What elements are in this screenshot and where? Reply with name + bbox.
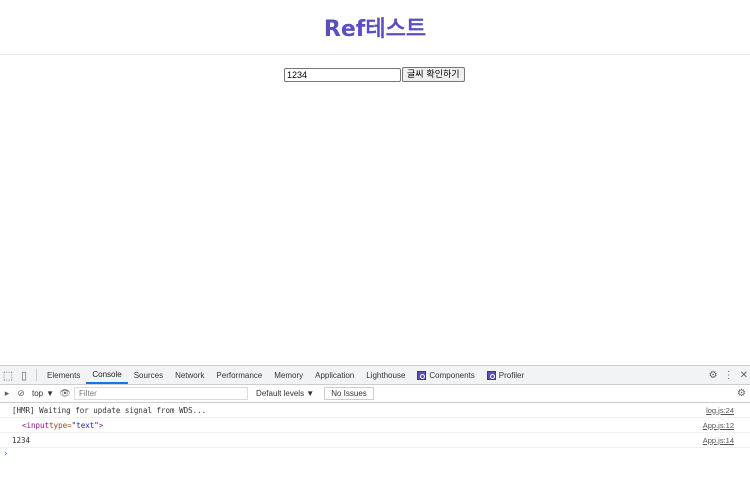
element-attr: type= xyxy=(49,420,72,430)
element-attr-value: "text" xyxy=(71,420,99,430)
log-levels-dropdown[interactable]: Default levels ▼ xyxy=(250,389,320,398)
devtools-actions: ⚙ ⋮ ✕ xyxy=(709,366,748,384)
devtools-tabbar: ⬚ ▯ Elements Console Sources Network Per… xyxy=(0,366,750,385)
console-prompt[interactable]: › xyxy=(0,448,750,460)
tab-memory[interactable]: Memory xyxy=(268,366,309,384)
console-settings-gear-icon[interactable]: ⚙ xyxy=(737,388,746,399)
devtools-panel: ⬚ ▯ Elements Console Sources Network Per… xyxy=(0,365,750,498)
chevron-down-icon: ▼ xyxy=(46,389,55,398)
check-text-button[interactable]: 글씨 확인하기 xyxy=(402,67,465,82)
tab-performance[interactable]: Performance xyxy=(210,366,268,384)
source-link[interactable]: App.js:12 xyxy=(703,421,734,430)
tab-components-label: Components xyxy=(429,370,475,380)
element-tag-open[interactable]: <input xyxy=(22,421,49,430)
issues-button[interactable]: No Issues xyxy=(324,387,374,400)
react-components-icon xyxy=(417,370,427,380)
divider xyxy=(36,369,37,381)
console-message: <input type= "text" > App.js:12 xyxy=(0,418,750,433)
tab-elements[interactable]: Elements xyxy=(41,366,86,384)
close-icon[interactable]: ✕ xyxy=(740,370,748,381)
tab-network[interactable]: Network xyxy=(169,366,210,384)
show-sidebar-icon[interactable]: ▸ xyxy=(0,388,14,399)
tab-console[interactable]: Console xyxy=(86,366,128,384)
react-profiler-icon xyxy=(486,370,496,380)
context-label: top xyxy=(32,389,44,398)
element-tag-close: > xyxy=(98,420,104,430)
console-toolbar: ▸ ⊘ top ▼ 👁 Filter Default levels ▼ No I… xyxy=(0,385,750,403)
tab-profiler-label: Profiler xyxy=(498,370,525,380)
settings-gear-icon[interactable]: ⚙ xyxy=(709,370,718,381)
app-header: Ref테스트 xyxy=(0,0,750,55)
tab-lighthouse[interactable]: Lighthouse xyxy=(360,366,411,384)
page-title: Ref테스트 xyxy=(323,17,427,42)
filter-input[interactable]: Filter xyxy=(74,387,249,400)
console-text: 1234 xyxy=(12,435,31,445)
tab-application[interactable]: Application xyxy=(309,366,360,384)
tab-sources[interactable]: Sources xyxy=(128,366,169,384)
context-selector[interactable]: top ▼ xyxy=(28,389,58,398)
device-toolbar-icon[interactable]: ▯ xyxy=(16,366,32,384)
clear-console-icon[interactable]: ⊘ xyxy=(14,388,28,399)
ref-test-form: 글씨 확인하기 xyxy=(284,67,465,82)
source-link[interactable]: App.js:14 xyxy=(703,436,734,445)
console-message: 1234 App.js:14 xyxy=(0,433,750,448)
console-output: [HMR] Waiting for update signal from WDS… xyxy=(0,403,750,460)
console-text: [HMR] Waiting for update signal from WDS… xyxy=(12,405,207,415)
live-expression-eye-icon[interactable]: 👁 xyxy=(58,388,72,399)
console-message: [HMR] Waiting for update signal from WDS… xyxy=(0,403,750,418)
tab-profiler[interactable]: Profiler xyxy=(481,366,530,384)
text-input[interactable] xyxy=(284,67,401,82)
inspect-element-icon[interactable]: ⬚ xyxy=(0,366,16,384)
tab-components[interactable]: Components xyxy=(411,366,480,384)
more-options-icon[interactable]: ⋮ xyxy=(724,370,734,381)
source-link[interactable]: log.js:24 xyxy=(706,406,734,415)
